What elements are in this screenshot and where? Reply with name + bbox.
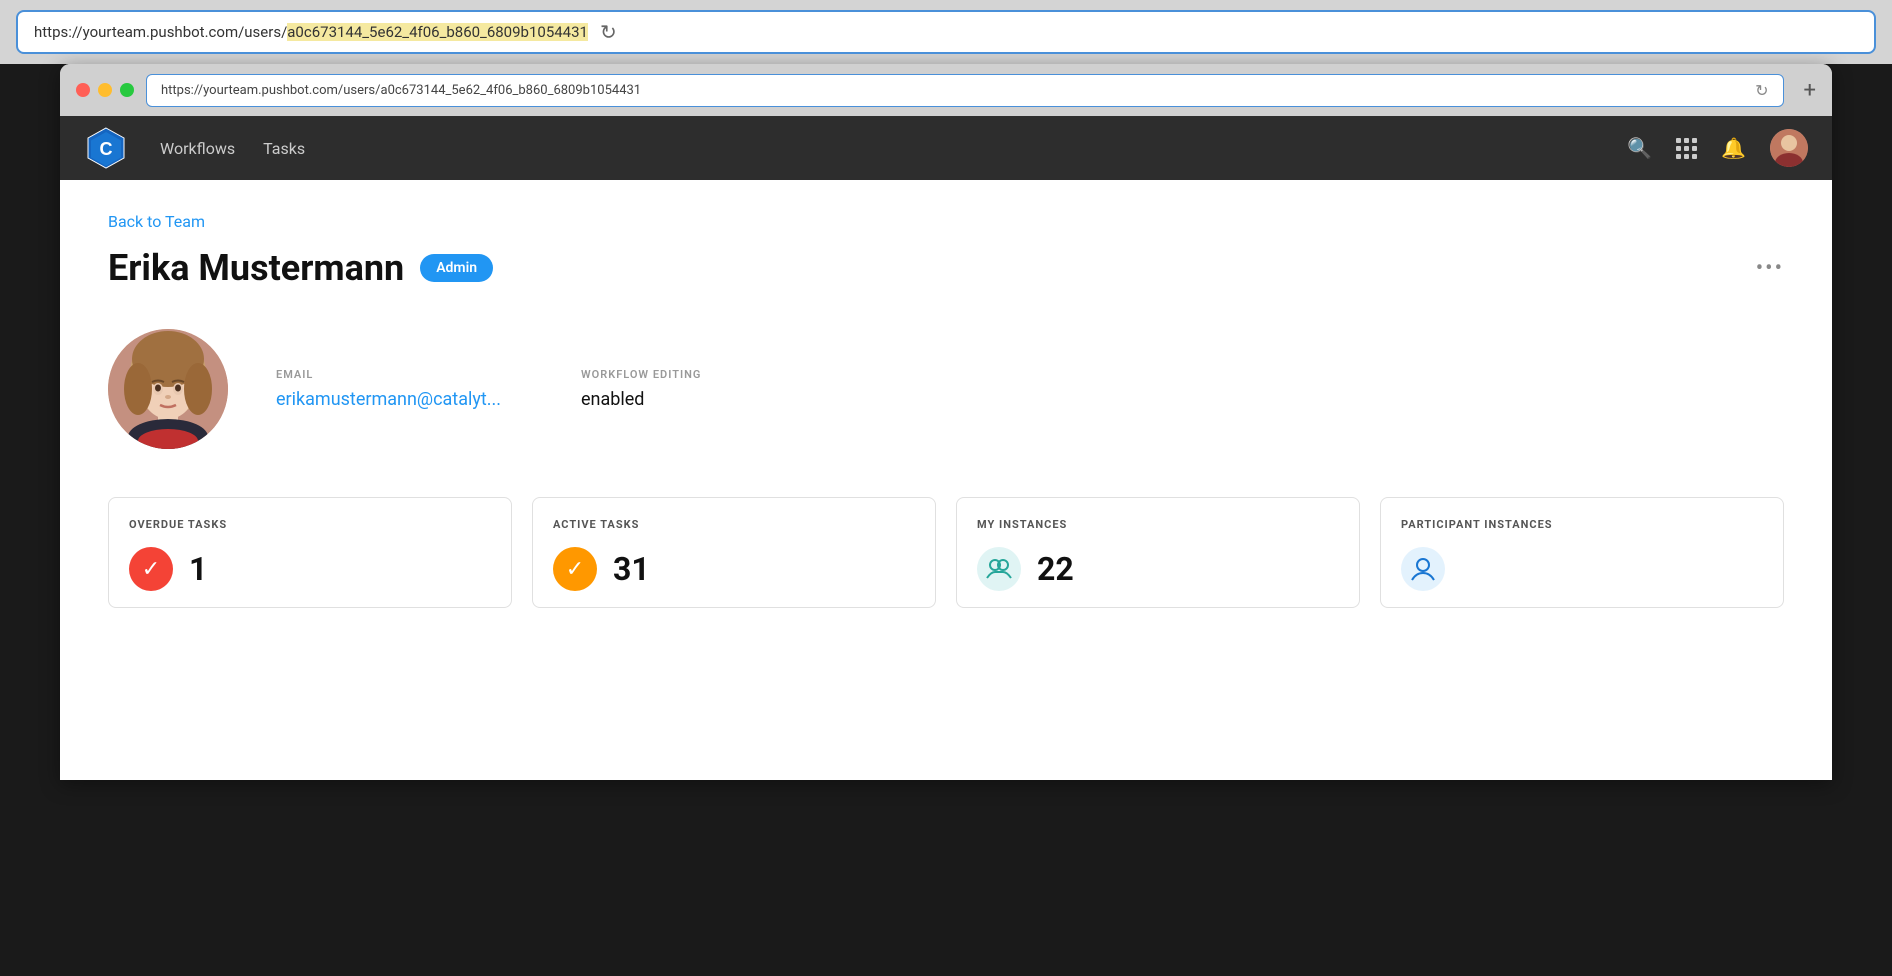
notification-icon[interactable]: 🔔 (1721, 136, 1746, 160)
checkmark-icon: ✓ (142, 557, 160, 582)
outer-url-text: https://yourteam.pushbot.com/users/a0c67… (34, 23, 588, 41)
workflow-value: enabled (581, 389, 701, 410)
stat-instances-body: 22 (977, 547, 1339, 591)
outer-reload-button[interactable]: ↻ (600, 20, 617, 44)
logo-icon: C (84, 126, 128, 170)
user-title-group: Erika Mustermann Admin (108, 247, 493, 289)
logo[interactable]: C (84, 126, 128, 170)
user-name: Erika Mustermann (108, 247, 404, 289)
stat-card-instances: MY INSTANCES 22 (956, 497, 1360, 608)
stat-overdue-body: ✓ 1 (129, 547, 491, 591)
avatar-image (108, 329, 228, 449)
outer-url-bar[interactable]: https://yourteam.pushbot.com/users/a0c67… (16, 10, 1876, 54)
inner-url-text: https://yourteam.pushbot.com/users/a0c67… (161, 83, 641, 98)
user-header: Erika Mustermann Admin ••• (108, 247, 1784, 289)
email-value: erikamustermann@catalyt... (276, 389, 501, 410)
workflow-label: WORKFLOW EDITING (581, 368, 701, 381)
nav-links: Workflows Tasks (160, 139, 1595, 158)
page-content: Back to Team Erika Mustermann Admin ••• (60, 180, 1832, 780)
info-fields: EMAIL erikamustermann@catalyt... WORKFLO… (276, 368, 701, 410)
stats-row: OVERDUE TASKS ✓ 1 ACTIVE TASKS ✓ 31 (108, 497, 1784, 608)
stat-participant-body (1401, 547, 1763, 591)
stat-card-overdue: OVERDUE TASKS ✓ 1 (108, 497, 512, 608)
minimize-button[interactable] (98, 83, 112, 97)
admin-badge: Admin (420, 254, 493, 282)
outer-browser-bar: https://yourteam.pushbot.com/users/a0c67… (0, 0, 1892, 64)
avatar-nav-image (1770, 129, 1808, 167)
participant-icon (1401, 547, 1445, 591)
user-info-section: EMAIL erikamustermann@catalyt... WORKFLO… (108, 329, 1784, 449)
email-label: EMAIL (276, 368, 501, 381)
email-field: EMAIL erikamustermann@catalyt... (276, 368, 501, 410)
traffic-lights (76, 83, 134, 97)
instances-count: 22 (1037, 550, 1074, 588)
title-bar: https://yourteam.pushbot.com/users/a0c67… (60, 64, 1832, 116)
navbar: C Workflows Tasks 🔍 🔔 (60, 116, 1832, 180)
instances-icon (977, 547, 1021, 591)
more-options-button[interactable]: ••• (1756, 256, 1784, 281)
maximize-button[interactable] (120, 83, 134, 97)
active-count: 31 (613, 550, 650, 588)
inner-reload-icon[interactable]: ↻ (1755, 81, 1768, 100)
check-icon: ✓ (566, 557, 584, 582)
stat-overdue-title: OVERDUE TASKS (129, 518, 491, 531)
instances-svg-icon (986, 556, 1012, 582)
active-icon: ✓ (553, 547, 597, 591)
search-icon[interactable]: 🔍 (1627, 136, 1652, 160)
nav-workflows[interactable]: Workflows (160, 139, 235, 158)
stat-participant-title: PARTICIPANT INSTANCES (1401, 518, 1763, 531)
svg-text:C: C (100, 139, 113, 159)
stat-active-body: ✓ 31 (553, 547, 915, 591)
close-button[interactable] (76, 83, 90, 97)
nav-tasks[interactable]: Tasks (263, 139, 305, 158)
overdue-icon: ✓ (129, 547, 173, 591)
workflow-field: WORKFLOW EDITING enabled (581, 368, 701, 410)
user-avatar-nav[interactable] (1770, 129, 1808, 167)
browser-window: https://yourteam.pushbot.com/users/a0c67… (60, 64, 1832, 780)
nav-actions: 🔍 🔔 (1627, 129, 1808, 167)
back-to-team-link[interactable]: Back to Team (108, 212, 205, 231)
stat-active-title: ACTIVE TASKS (553, 518, 915, 531)
inner-url-bar[interactable]: https://yourteam.pushbot.com/users/a0c67… (146, 74, 1784, 107)
stat-card-active: ACTIVE TASKS ✓ 31 (532, 497, 936, 608)
grid-icon[interactable] (1676, 138, 1697, 159)
stat-instances-title: MY INSTANCES (977, 518, 1339, 531)
stat-card-participant: PARTICIPANT INSTANCES (1380, 497, 1784, 608)
participant-svg-icon (1410, 556, 1436, 582)
user-avatar (108, 329, 228, 449)
new-tab-button[interactable]: + (1804, 78, 1816, 103)
overdue-count: 1 (189, 550, 207, 588)
